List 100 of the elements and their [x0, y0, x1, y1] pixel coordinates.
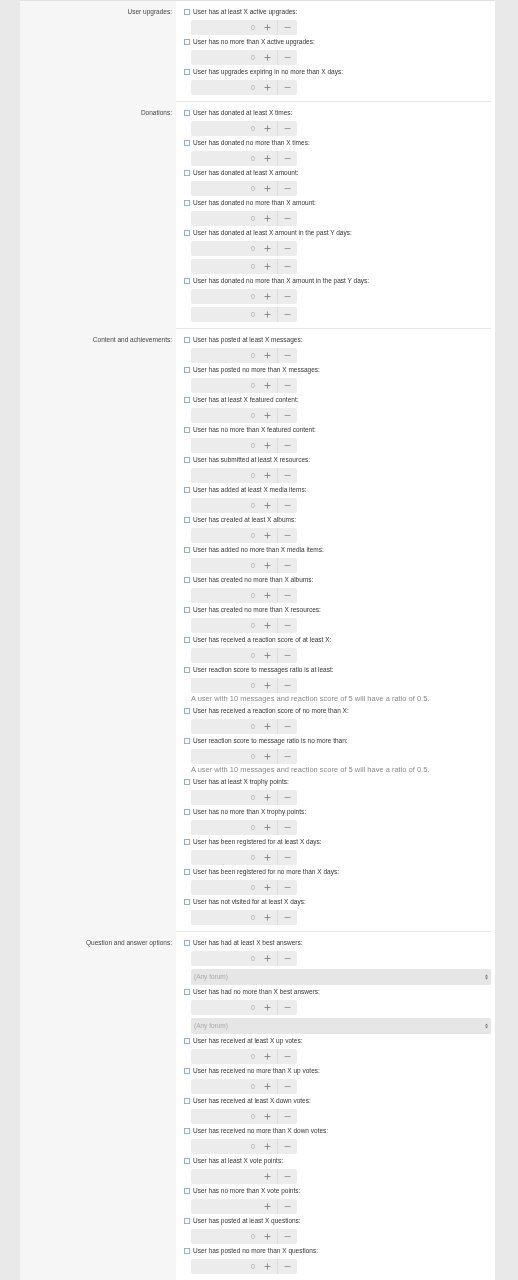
increment-button[interactable] [258, 378, 277, 393]
checkbox[interactable] [184, 397, 190, 403]
increment-button[interactable] [258, 408, 277, 423]
decrement-button[interactable] [277, 618, 297, 633]
decrement-button[interactable] [277, 558, 297, 573]
increment-button[interactable] [258, 438, 277, 453]
checkbox[interactable] [184, 9, 190, 15]
increment-button[interactable] [258, 50, 277, 65]
checkbox[interactable] [184, 809, 190, 815]
checkbox[interactable] [184, 667, 190, 673]
decrement-button[interactable] [277, 951, 297, 966]
checkbox[interactable] [184, 607, 190, 613]
increment-button[interactable] [258, 1259, 277, 1274]
decrement-button[interactable] [277, 211, 297, 226]
increment-button[interactable] [258, 558, 277, 573]
checkbox[interactable] [184, 1218, 190, 1224]
checkbox[interactable] [184, 487, 190, 493]
increment-button[interactable] [258, 1000, 277, 1015]
checkbox[interactable] [184, 170, 190, 176]
decrement-button[interactable] [277, 50, 297, 65]
decrement-button[interactable] [277, 498, 297, 513]
checkbox[interactable] [184, 547, 190, 553]
increment-button[interactable] [258, 348, 277, 363]
checkbox[interactable] [184, 140, 190, 146]
increment-button[interactable] [258, 1229, 277, 1244]
increment-button[interactable] [258, 20, 277, 35]
decrement-button[interactable] [277, 749, 297, 764]
increment-button[interactable] [258, 910, 277, 925]
increment-button[interactable] [258, 790, 277, 805]
checkbox[interactable] [184, 1158, 190, 1164]
increment-button[interactable] [258, 121, 277, 136]
decrement-button[interactable] [277, 1079, 297, 1094]
checkbox[interactable] [184, 577, 190, 583]
increment-button[interactable] [258, 181, 277, 196]
decrement-button[interactable] [277, 1109, 297, 1124]
decrement-button[interactable] [277, 378, 297, 393]
checkbox[interactable] [184, 367, 190, 373]
increment-button[interactable] [258, 528, 277, 543]
decrement-button[interactable] [277, 880, 297, 895]
checkbox[interactable] [184, 278, 190, 284]
checkbox[interactable] [184, 337, 190, 343]
checkbox[interactable] [184, 779, 190, 785]
checkbox[interactable] [184, 69, 190, 75]
increment-button[interactable] [258, 1109, 277, 1124]
decrement-button[interactable] [277, 790, 297, 805]
decrement-button[interactable] [277, 80, 297, 95]
decrement-button[interactable] [277, 719, 297, 734]
increment-button[interactable] [258, 951, 277, 966]
decrement-button[interactable] [277, 181, 297, 196]
increment-button[interactable] [258, 241, 277, 256]
increment-button[interactable] [258, 211, 277, 226]
checkbox[interactable] [184, 427, 190, 433]
decrement-button[interactable] [277, 259, 297, 274]
checkbox[interactable] [184, 1038, 190, 1044]
checkbox[interactable] [184, 637, 190, 643]
increment-button[interactable] [258, 719, 277, 734]
increment-button[interactable] [258, 1079, 277, 1094]
increment-button[interactable] [258, 618, 277, 633]
increment-button[interactable] [258, 678, 277, 693]
decrement-button[interactable] [277, 1259, 297, 1274]
decrement-button[interactable] [277, 151, 297, 166]
decrement-button[interactable] [277, 20, 297, 35]
increment-button[interactable] [258, 151, 277, 166]
increment-button[interactable] [258, 648, 277, 663]
increment-button[interactable] [258, 820, 277, 835]
increment-button[interactable] [258, 307, 277, 322]
decrement-button[interactable] [277, 1229, 297, 1244]
checkbox[interactable] [184, 940, 190, 946]
decrement-button[interactable] [277, 678, 297, 693]
checkbox[interactable] [184, 1188, 190, 1194]
increment-button[interactable] [258, 1199, 277, 1214]
checkbox[interactable] [184, 200, 190, 206]
checkbox[interactable] [184, 738, 190, 744]
checkbox[interactable] [184, 1248, 190, 1254]
decrement-button[interactable] [277, 121, 297, 136]
decrement-button[interactable] [277, 289, 297, 304]
decrement-button[interactable] [277, 910, 297, 925]
decrement-button[interactable] [277, 820, 297, 835]
decrement-button[interactable] [277, 1049, 297, 1064]
increment-button[interactable] [258, 1169, 277, 1184]
decrement-button[interactable] [277, 1199, 297, 1214]
checkbox[interactable] [184, 230, 190, 236]
increment-button[interactable] [258, 289, 277, 304]
checkbox[interactable] [184, 517, 190, 523]
increment-button[interactable] [258, 749, 277, 764]
checkbox[interactable] [184, 457, 190, 463]
increment-button[interactable] [258, 880, 277, 895]
decrement-button[interactable] [277, 408, 297, 423]
decrement-button[interactable] [277, 438, 297, 453]
decrement-button[interactable] [277, 1000, 297, 1015]
checkbox[interactable] [184, 39, 190, 45]
decrement-button[interactable] [277, 850, 297, 865]
decrement-button[interactable] [277, 468, 297, 483]
decrement-button[interactable] [277, 1169, 297, 1184]
checkbox[interactable] [184, 1128, 190, 1134]
decrement-button[interactable] [277, 528, 297, 543]
increment-button[interactable] [258, 80, 277, 95]
decrement-button[interactable] [277, 1139, 297, 1154]
checkbox[interactable] [184, 839, 190, 845]
checkbox[interactable] [184, 899, 190, 905]
